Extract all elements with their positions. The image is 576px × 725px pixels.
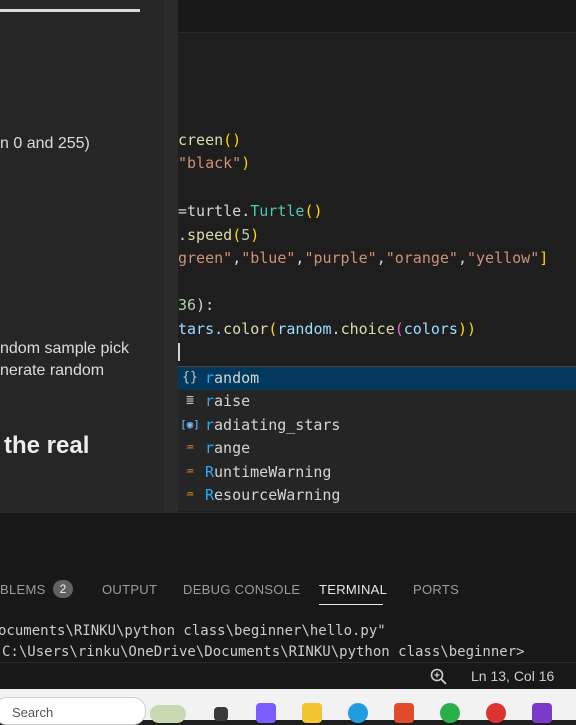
task-view-icon[interactable]	[214, 707, 228, 721]
class-icon: ♒	[186, 464, 194, 479]
suggestion-label: raise	[205, 392, 251, 410]
code-line: creen()	[178, 131, 242, 149]
tab-debug-console[interactable]: DEBUG CONSOLE	[183, 582, 300, 597]
variable-icon: [◉]	[180, 418, 200, 431]
windows-taskbar: Search	[0, 689, 576, 725]
suggestion-label: ResourceWarning	[205, 486, 341, 504]
widgets-icon[interactable]	[150, 705, 186, 723]
code-line: tars.color(random.choice(colors))	[178, 320, 477, 338]
module-icon: {}	[182, 370, 198, 385]
suggestion-label: random	[205, 369, 260, 387]
suggestion-item[interactable]: ≣ raise	[178, 390, 576, 413]
file-explorer-icon[interactable]	[302, 703, 322, 723]
problems-count-badge: 2	[53, 580, 73, 598]
taskbar-search-placeholder: Search	[12, 705, 54, 720]
autocomplete-widget[interactable]: {} random ≣ raise [◉] radiating_stars ♒ …	[178, 366, 576, 511]
app-icon[interactable]	[394, 703, 414, 723]
code-line: 36):	[178, 296, 215, 314]
code-line: .speed(5)	[178, 226, 260, 244]
tab-output[interactable]: OUTPUT	[102, 582, 157, 597]
code-editor[interactable]: creen() "black") =turtle.Turtle() .speed…	[178, 0, 576, 512]
class-icon: ♒	[186, 487, 194, 502]
left-panel-divider	[0, 9, 140, 12]
suggestion-item[interactable]: [◉] radiating_stars	[178, 414, 576, 437]
suggestion-item[interactable]: ♒ ResourceWarning	[178, 484, 576, 507]
left-text-line: nerate random	[0, 362, 105, 379]
tab-terminal[interactable]: TERMINAL	[319, 582, 387, 597]
text-cursor	[178, 343, 180, 361]
code-line: =turtle.Turtle()	[178, 202, 323, 220]
copilot-icon[interactable]	[256, 703, 276, 723]
cursor-position-status[interactable]: Ln 13, Col 16	[471, 668, 554, 684]
status-bar: Ln 13, Col 16	[0, 662, 576, 690]
tab-problems[interactable]: BLEMS	[0, 582, 46, 597]
class-icon: ♒	[186, 440, 194, 455]
suggestion-item[interactable]: ♒ RuntimeWarning	[178, 461, 576, 484]
left-text-line: ndom sample pick	[0, 340, 129, 357]
left-text-line: n 0 and 255)	[0, 135, 90, 152]
vscode-icon[interactable]	[532, 703, 552, 723]
terminal-line: C:\Users\rinku\OneDrive\Documents\RINKU\…	[2, 644, 525, 660]
editor-tab-bar	[178, 0, 576, 33]
chrome-icon[interactable]	[486, 703, 506, 723]
tab-ports[interactable]: PORTS	[413, 582, 459, 597]
suggestion-item[interactable]: {} random	[178, 367, 576, 390]
suggestion-label: range	[205, 439, 251, 457]
left-document-panel: n 0 and 255) ndom sample pick nerate ran…	[0, 0, 164, 512]
bottom-panel: BLEMS 2 OUTPUT DEBUG CONSOLE TERMINAL PO…	[0, 512, 576, 663]
terminal-line: ocuments\RINKU\python class\beginner\hel…	[0, 623, 386, 639]
zoom-icon[interactable]	[428, 667, 450, 685]
code-line: "black")	[178, 154, 251, 172]
active-tab-indicator	[319, 604, 383, 605]
edge-icon[interactable]	[348, 703, 368, 723]
suggestion-item[interactable]: ♒ range	[178, 437, 576, 460]
suggestion-label: RuntimeWarning	[205, 463, 332, 481]
whatsapp-icon[interactable]	[440, 703, 460, 723]
left-heading: the real	[4, 432, 90, 459]
keyword-icon: ≣	[186, 393, 194, 408]
suggestion-label: radiating_stars	[205, 416, 341, 434]
code-line: green","blue","purple","orange","yellow"…	[178, 249, 549, 267]
panel-gutter	[164, 0, 178, 512]
